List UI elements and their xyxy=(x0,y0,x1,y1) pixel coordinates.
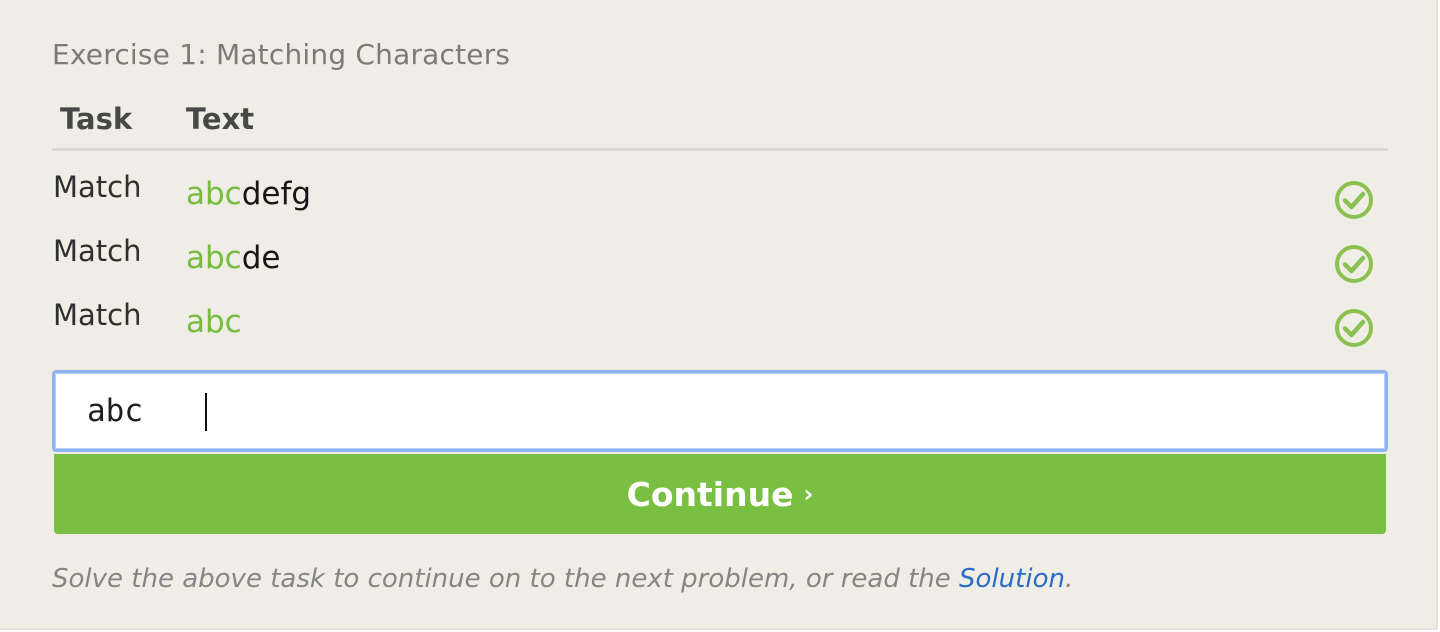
continue-button[interactable]: Continue › xyxy=(54,454,1386,534)
table-row: Match abcdefg xyxy=(52,170,1388,230)
row-task-label: Match xyxy=(53,170,142,204)
unmatched-text: defg xyxy=(241,176,312,212)
check-circle-icon xyxy=(1335,309,1373,347)
table-row: Match abc xyxy=(52,298,1388,358)
matched-text: abc xyxy=(186,240,242,276)
row-text: abcde xyxy=(186,240,280,276)
text-caret xyxy=(205,393,207,431)
row-task-label: Match xyxy=(53,298,142,332)
chevron-right-icon: › xyxy=(803,480,814,508)
row-text: abcdefg xyxy=(186,176,311,212)
help-text: Solve the above task to continue on to t… xyxy=(52,564,1073,594)
solution-link[interactable]: Solution xyxy=(959,564,1065,594)
check-circle-icon xyxy=(1335,245,1373,283)
unmatched-text: de xyxy=(241,240,281,276)
table-row: Match abcde xyxy=(52,234,1388,294)
row-text: abc xyxy=(186,304,242,340)
exercise-title: Exercise 1: Matching Characters xyxy=(52,38,511,71)
help-suffix: . xyxy=(1064,564,1074,594)
exercise-panel: Exercise 1: Matching Characters Task Tex… xyxy=(0,0,1438,630)
check-circle-icon xyxy=(1335,181,1373,219)
column-header-text: Text xyxy=(186,102,255,136)
table-divider xyxy=(52,148,1388,151)
matched-text: abc xyxy=(186,304,242,340)
column-header-task: Task xyxy=(60,102,133,136)
continue-label: Continue xyxy=(626,474,794,514)
help-message: Solve the above task to continue on to t… xyxy=(52,564,960,594)
row-task-label: Match xyxy=(53,234,142,268)
regex-input[interactable] xyxy=(57,375,1383,447)
regex-input-container xyxy=(52,370,1388,452)
matched-text: abc xyxy=(186,176,242,212)
